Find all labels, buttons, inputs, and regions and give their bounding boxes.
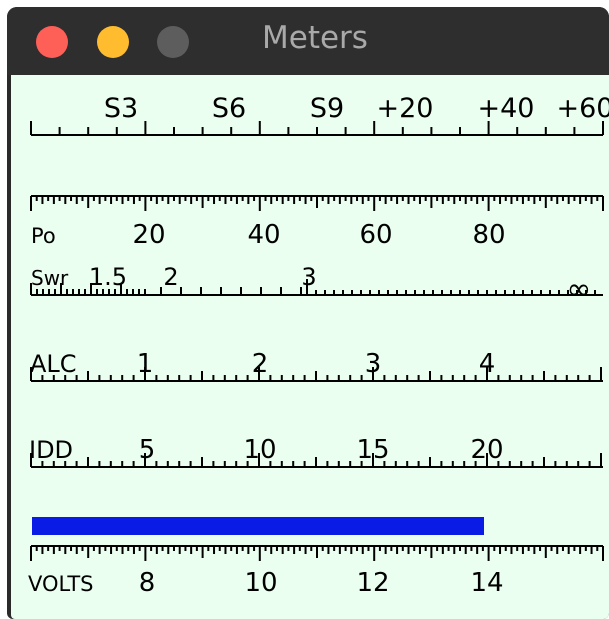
po-label-80: 80 bbox=[472, 220, 505, 250]
volts-scale: VOLTS 8 10 12 14 bbox=[28, 545, 604, 598]
s-meter-label-plus20: +20 bbox=[377, 93, 434, 124]
meters-panel: S3 S6 S9 +20 +40 +60 Po 20 40 60 80 Swr … bbox=[11, 75, 609, 619]
po-ticks bbox=[30, 195, 604, 211]
idd-scale: IDD 5 10 15 20 bbox=[29, 435, 603, 468]
alc-name: ALC bbox=[30, 350, 77, 378]
po-scale: Po 20 40 60 80 bbox=[30, 195, 604, 250]
title-bar[interactable]: Meters bbox=[7, 7, 609, 75]
volts-label-12: 12 bbox=[356, 568, 389, 598]
meter-level-bar bbox=[32, 517, 484, 535]
s-meter-scale: S3 S6 S9 +20 +40 +60 bbox=[30, 93, 609, 136]
swr-label-infinity: ∞ bbox=[567, 272, 592, 307]
s-meter-label-s9: S9 bbox=[310, 93, 344, 124]
meters-window: Meters S3 S6 S9 +20 +40 +60 Po 20 40 60 … bbox=[7, 7, 609, 619]
s-meter-label-s3: S3 bbox=[104, 93, 138, 124]
window-title: Meters bbox=[262, 20, 368, 56]
volts-ticks bbox=[30, 545, 604, 561]
volts-label-14: 14 bbox=[470, 568, 503, 598]
po-label-60: 60 bbox=[359, 220, 392, 250]
swr-name: Swr bbox=[31, 266, 69, 290]
po-label-20: 20 bbox=[132, 220, 165, 250]
swr-label-3: 3 bbox=[301, 263, 316, 291]
po-label-40: 40 bbox=[247, 220, 280, 250]
volts-name: VOLTS bbox=[28, 572, 94, 596]
s-meter-label-s6: S6 bbox=[212, 93, 246, 124]
s-meter-label-plus60: +60 bbox=[557, 93, 609, 124]
volts-label-10: 10 bbox=[244, 568, 277, 598]
idd-label-5: 5 bbox=[139, 435, 156, 465]
idd-ticks bbox=[30, 453, 603, 468]
alc-ticks bbox=[30, 367, 603, 382]
po-name: Po bbox=[31, 224, 56, 248]
swr-label-2: 2 bbox=[163, 263, 178, 291]
swr-scale: Swr 1.5 2 3 ∞ bbox=[30, 263, 603, 307]
meter-scales: S3 S6 S9 +20 +40 +60 Po 20 40 60 80 Swr … bbox=[28, 93, 609, 598]
s-meter-label-plus40: +40 bbox=[478, 93, 535, 124]
alc-scale: ALC 1 2 3 4 bbox=[30, 349, 603, 382]
volts-label-8: 8 bbox=[139, 568, 156, 598]
idd-name: IDD bbox=[29, 436, 73, 464]
